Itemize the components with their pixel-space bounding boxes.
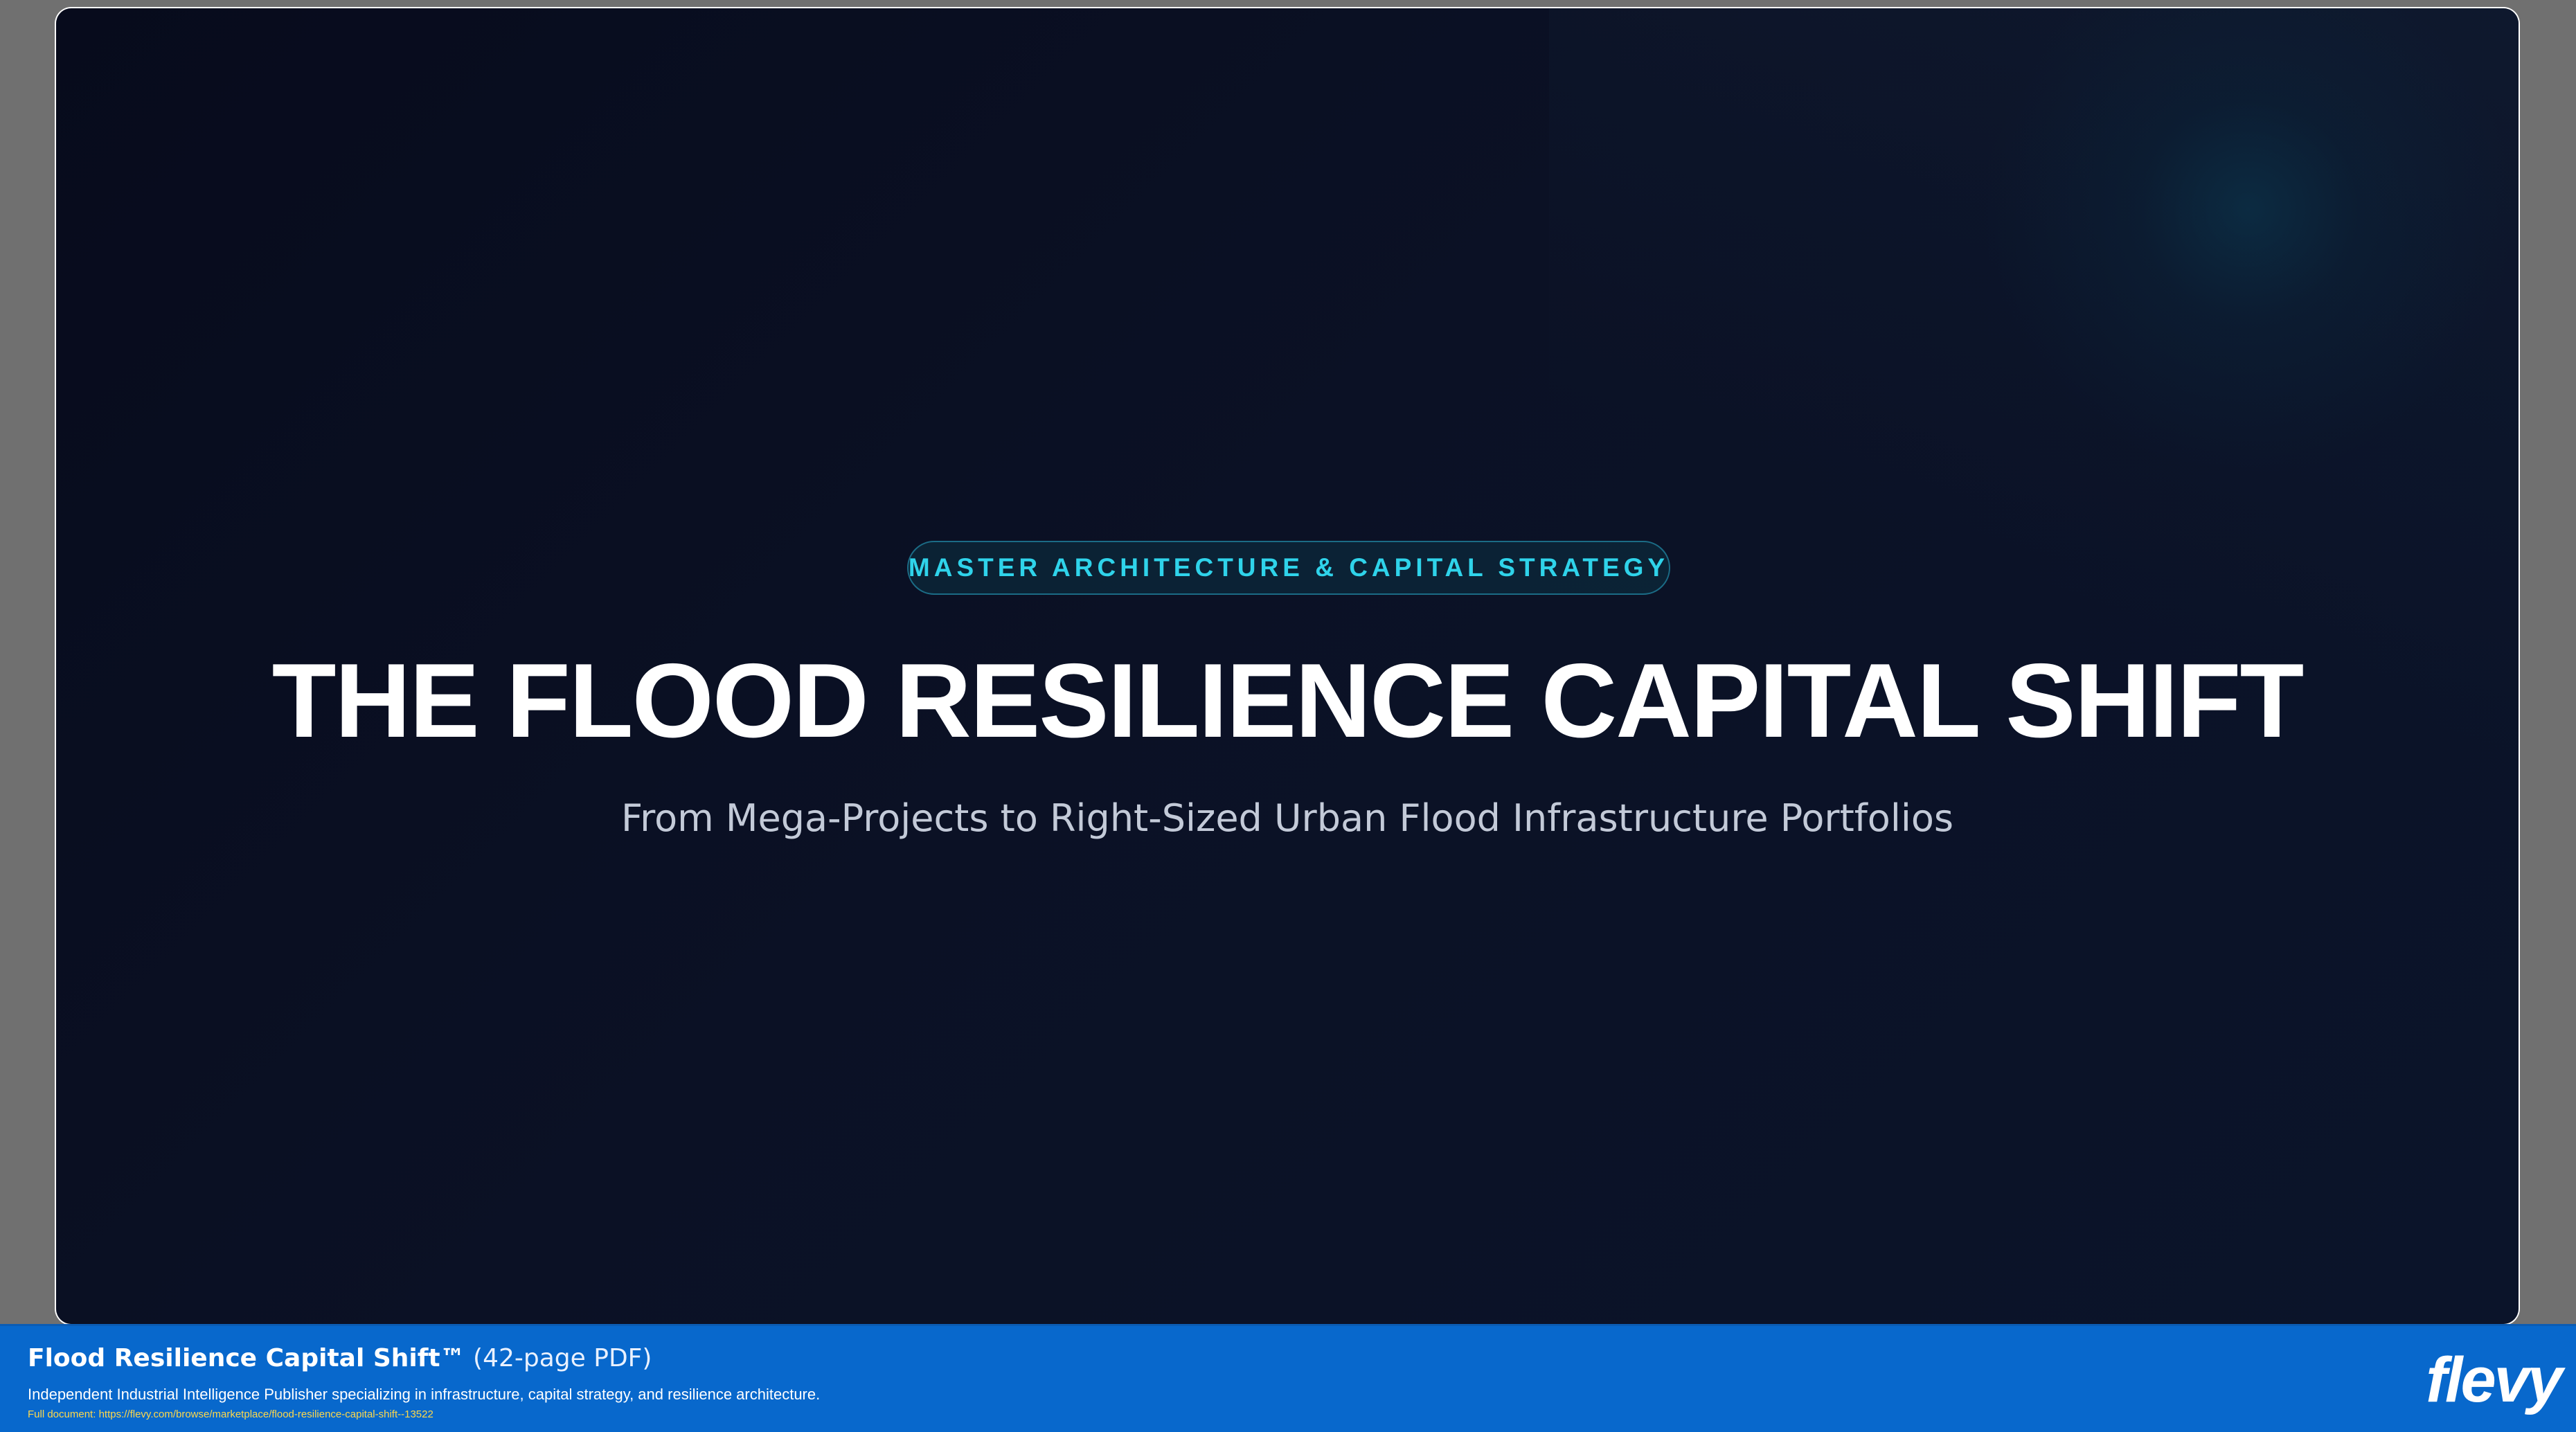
footer-banner: Flood Resilience Capital Shift™ (42-page… (0, 1324, 2576, 1432)
full-document-link[interactable]: https://flevy.com/browse/marketplace/flo… (99, 1408, 433, 1420)
document-title: Flood Resilience Capital Shift™ (28, 1344, 465, 1372)
slide-page: MASTER ARCHITECTURE & CAPITAL STRATEGY T… (56, 8, 2519, 1324)
slide-subtitle: From Mega-Projects to Right-Sized Urban … (620, 796, 1954, 840)
eyebrow-text: MASTER ARCHITECTURE & CAPITAL STRATEGY (908, 553, 1670, 582)
document-page-count: (42-page PDF) (473, 1344, 652, 1372)
publisher-description: Independent Industrial Intelligence Publ… (28, 1386, 821, 1403)
full-document-row: Full document: https://flevy.com/browse/… (28, 1408, 433, 1422)
slide-title: THE FLOOD RESILIENCE CAPITAL SHIFT (271, 642, 2305, 760)
eyebrow-badge: MASTER ARCHITECTURE & CAPITAL STRATEGY (907, 541, 1670, 595)
document-viewer: MASTER ARCHITECTURE & CAPITAL STRATEGY T… (0, 0, 2576, 1432)
footer-title-row: Flood Resilience Capital Shift™ (42-page… (28, 1341, 652, 1376)
full-document-label: Full document: (28, 1408, 96, 1420)
flevy-logo[interactable]: flevy (2426, 1345, 2563, 1415)
